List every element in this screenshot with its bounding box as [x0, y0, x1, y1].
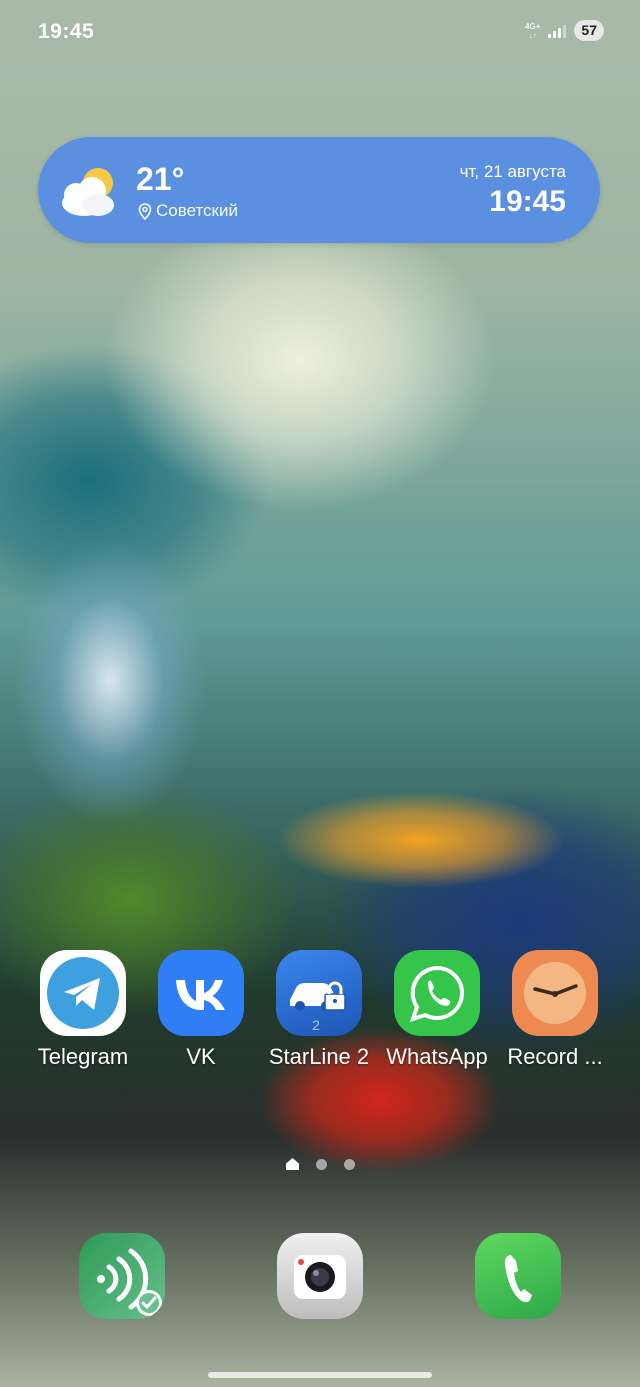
app-label: VK: [186, 1044, 216, 1069]
telegram-icon: [40, 950, 126, 1036]
camera-icon[interactable]: [277, 1233, 363, 1319]
phone-icon[interactable]: [475, 1233, 561, 1319]
status-icons: 4G+ ↓↑ 57: [525, 20, 604, 41]
whatsapp-icon: [394, 950, 480, 1036]
app-label: Telegram: [37, 1044, 129, 1069]
location-pin-icon: [138, 202, 152, 220]
svg-text:2: 2: [312, 1017, 320, 1033]
location-name: Советский: [156, 201, 238, 220]
clock-icon: [512, 950, 598, 1036]
page-indicator[interactable]: [0, 1158, 640, 1170]
partly-cloudy-icon: [62, 168, 114, 216]
voice-assistant-icon[interactable]: [79, 1233, 165, 1319]
home-indicator[interactable]: [208, 1372, 432, 1378]
app-label: StarLine 2: [268, 1044, 370, 1069]
app-vk[interactable]: VK: [142, 950, 260, 1070]
app-record[interactable]: Record ...: [496, 950, 614, 1070]
battery-indicator: 57: [574, 20, 604, 41]
page-dot[interactable]: [315, 1158, 327, 1170]
app-telegram[interactable]: Telegram: [24, 950, 142, 1070]
widget-clock: 19:45: [489, 185, 566, 218]
home-page-icon[interactable]: [285, 1158, 299, 1170]
status-time: 19:45: [38, 20, 95, 43]
starline-icon: 2: [276, 950, 362, 1036]
app-label: WhatsApp: [386, 1044, 488, 1069]
app-label: Record ...: [507, 1044, 603, 1069]
app-grid: Telegram VK 2 StarLine 2 WhatsApp Record…: [0, 950, 640, 1080]
weather-widget[interactable]: 21° Советский чт, 21 августа 19:45: [38, 137, 600, 243]
location: Советский: [138, 201, 238, 221]
dock: [0, 1233, 640, 1323]
page-dot[interactable]: [343, 1158, 355, 1170]
signal-strength-icon: [548, 24, 567, 38]
vk-icon: [158, 950, 244, 1036]
network-type-icon: 4G+ ↓↑: [525, 21, 541, 40]
status-bar: 19:45 4G+ ↓↑ 57: [0, 0, 640, 66]
temperature: 21°: [136, 161, 185, 197]
app-whatsapp[interactable]: WhatsApp: [378, 950, 496, 1070]
widget-date: чт, 21 августа: [459, 162, 566, 181]
app-starline[interactable]: 2 StarLine 2: [260, 950, 378, 1070]
